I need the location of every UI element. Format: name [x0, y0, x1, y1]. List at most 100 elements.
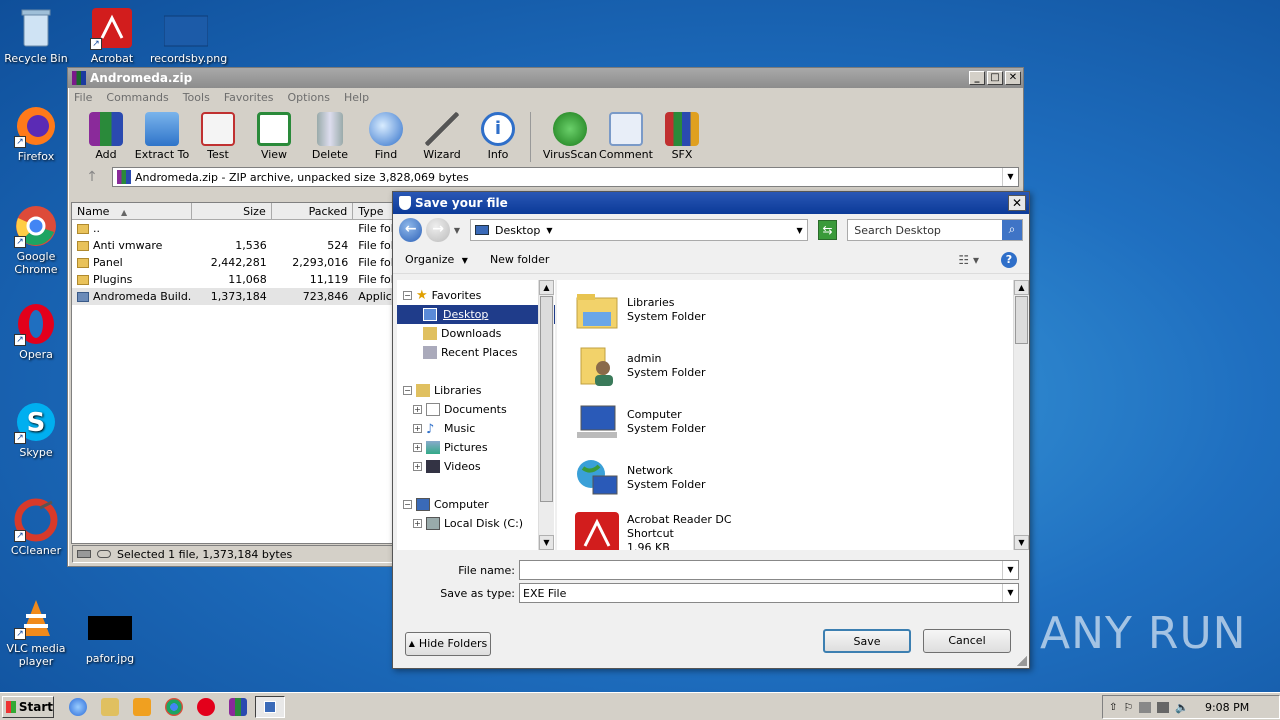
close-button[interactable]: ✕	[1005, 71, 1021, 85]
menu-favorites[interactable]: Favorites	[224, 91, 274, 105]
resize-grip-icon[interactable]	[1017, 656, 1027, 666]
table-row-selected[interactable]: Andromeda Build... 1,373,184 723,846 App…	[72, 288, 393, 305]
column-packed[interactable]: Packed	[272, 203, 354, 219]
tree-music[interactable]: + ♪ Music	[397, 419, 555, 438]
help-icon[interactable]: ?	[1001, 251, 1017, 268]
menu-commands[interactable]: Commands	[106, 91, 168, 105]
desktop-icon-acrobat[interactable]: ↗ Acrobat	[76, 6, 148, 65]
tree-favorites[interactable]: − ★ Favorites	[397, 286, 555, 305]
desktop-icon-chrome[interactable]: ↗ Google Chrome	[0, 204, 72, 276]
winrar-task-icon[interactable]	[229, 697, 247, 716]
recent-pages-chevron-icon[interactable]: ▼	[454, 226, 460, 235]
tree-recent-places[interactable]: Recent Places	[397, 343, 555, 362]
table-row[interactable]: .. File fold	[72, 220, 393, 237]
dialog-command-bar: Organize ▼ New folder ☷ ▾ ?	[393, 246, 1029, 274]
back-button[interactable]: ←	[399, 218, 423, 242]
battery-icon[interactable]	[1157, 701, 1170, 713]
tree-local-disk[interactable]: + Local Disk (C:)	[397, 514, 555, 533]
file-item-acrobat[interactable]: Acrobat Reader DC Shortcut 1.96 KB	[573, 506, 732, 550]
file-item-computer[interactable]: Computer System Folder	[573, 394, 706, 450]
path-dropdown-icon[interactable]: ▼	[797, 226, 803, 235]
column-name[interactable]: Name ▲	[72, 203, 193, 219]
forward-button[interactable]: →	[426, 218, 450, 242]
ie-icon[interactable]	[69, 697, 87, 716]
save-type-select[interactable]: EXE File ▼	[519, 583, 1019, 603]
tree-documents[interactable]: + Documents	[397, 400, 555, 419]
organize-button[interactable]: Organize ▼	[405, 253, 468, 266]
chevron-down-icon[interactable]: ▼	[1002, 561, 1018, 579]
menu-options[interactable]: Options	[288, 91, 330, 105]
search-icon[interactable]: ⌕	[1002, 220, 1023, 240]
chevron-down-icon[interactable]: ▼	[1002, 584, 1018, 602]
new-folder-button[interactable]: New folder	[490, 253, 549, 266]
start-button[interactable]: Start	[2, 695, 54, 718]
column-type[interactable]: Type	[353, 203, 393, 219]
location-path-box[interactable]: Desktop ▼ ▼	[469, 219, 808, 241]
extract-to-button[interactable]: Extract To	[134, 110, 190, 161]
menu-tools[interactable]: Tools	[183, 91, 210, 105]
file-item-admin[interactable]: admin System Folder	[573, 338, 706, 394]
clock[interactable]: 9:08 PM	[1205, 701, 1249, 714]
save-button[interactable]: Save	[823, 629, 911, 653]
file-view-scrollbar[interactable]: ▲ ▼	[1013, 280, 1029, 550]
tree-pictures[interactable]: + Pictures	[397, 438, 555, 457]
explorer-icon[interactable]	[101, 697, 119, 716]
info-button[interactable]: i Info	[470, 110, 526, 161]
desktop-icon-opera[interactable]: ↗ Opera	[0, 302, 72, 361]
search-input[interactable]: Search Desktop ⌕	[847, 219, 1024, 241]
chevron-down-icon[interactable]: ▼	[1002, 168, 1018, 186]
chrome-icon[interactable]	[165, 697, 183, 716]
media-player-icon[interactable]	[133, 697, 151, 716]
maximize-button[interactable]: □	[987, 71, 1003, 85]
tree-videos[interactable]: + Videos	[397, 457, 555, 476]
filename-input[interactable]: ▼	[519, 560, 1019, 580]
close-button[interactable]: ✕	[1008, 195, 1026, 211]
table-row[interactable]: Panel 2,442,281 2,293,016 File fold	[72, 254, 393, 271]
file-item-libraries[interactable]: Libraries System Folder	[573, 282, 706, 338]
archive-path-box[interactable]: Andromeda.zip - ZIP archive, unpacked si…	[112, 167, 1019, 187]
save-type-row: Save as type: EXE File ▼	[393, 583, 1019, 603]
column-size[interactable]: Size	[192, 203, 272, 219]
opera-icon[interactable]	[197, 697, 215, 716]
sfx-button[interactable]: SFX	[654, 110, 710, 161]
up-arrow-icon[interactable]: ↑	[72, 169, 112, 185]
desktop-icon-ccleaner[interactable]: ↗ CCleaner	[0, 498, 72, 557]
tray-expand-icon[interactable]: ⇧	[1109, 702, 1117, 713]
volume-icon[interactable]: 🔈	[1175, 701, 1189, 714]
view-button[interactable]: View	[246, 110, 302, 161]
breadcrumb-chevron-icon[interactable]: ▼	[546, 226, 552, 235]
desktop-icon-recycle-bin[interactable]: Recycle Bin	[0, 6, 72, 65]
delete-button[interactable]: Delete	[302, 110, 358, 161]
network-tray-icon[interactable]	[1139, 701, 1152, 713]
hide-folders-button[interactable]: ▲ Hide Folders	[405, 632, 491, 656]
desktop-icon-pafor[interactable]: pafor.jpg	[74, 606, 146, 665]
add-button[interactable]: Add	[78, 110, 134, 161]
tree-libraries[interactable]: − Libraries	[397, 381, 555, 400]
menu-file[interactable]: File	[74, 91, 92, 105]
tree-scrollbar[interactable]: ▲ ▼	[538, 280, 554, 550]
tree-downloads[interactable]: Downloads	[397, 324, 555, 343]
save-dialog-task-button[interactable]	[255, 695, 285, 718]
wizard-button[interactable]: Wizard	[414, 110, 470, 161]
tree-computer[interactable]: − Computer	[397, 495, 555, 514]
comment-button[interactable]: Comment	[598, 110, 654, 161]
desktop-icon-firefox[interactable]: ↗ Firefox	[0, 104, 72, 163]
view-options-button[interactable]: ☷ ▾	[958, 253, 979, 267]
desktop-icon-recordsby[interactable]: recordsby.png	[150, 6, 227, 65]
desktop-icon-vlc[interactable]: ↗ VLC media player	[0, 596, 72, 668]
test-button[interactable]: Test	[190, 110, 246, 161]
minimize-button[interactable]: _	[969, 71, 985, 85]
refresh-button[interactable]: ⇆	[817, 220, 838, 240]
flag-icon[interactable]: ⚐	[1123, 701, 1133, 714]
winrar-titlebar[interactable]: Andromeda.zip _ □ ✕	[68, 68, 1023, 88]
cancel-button[interactable]: Cancel	[923, 629, 1011, 653]
menu-help[interactable]: Help	[344, 91, 369, 105]
find-button[interactable]: Find	[358, 110, 414, 161]
table-row[interactable]: Plugins 11,068 11,119 File fold	[72, 271, 393, 288]
dialog-titlebar[interactable]: Save your file ✕	[393, 192, 1029, 214]
virusscan-button[interactable]: VirusScan	[542, 110, 598, 161]
file-item-network[interactable]: Network System Folder	[573, 450, 706, 506]
table-row[interactable]: Anti vmware 1,536 524 File fold	[72, 237, 393, 254]
desktop-icon-skype[interactable]: S ↗ Skype	[0, 400, 72, 459]
tree-desktop[interactable]: Desktop	[397, 305, 555, 324]
